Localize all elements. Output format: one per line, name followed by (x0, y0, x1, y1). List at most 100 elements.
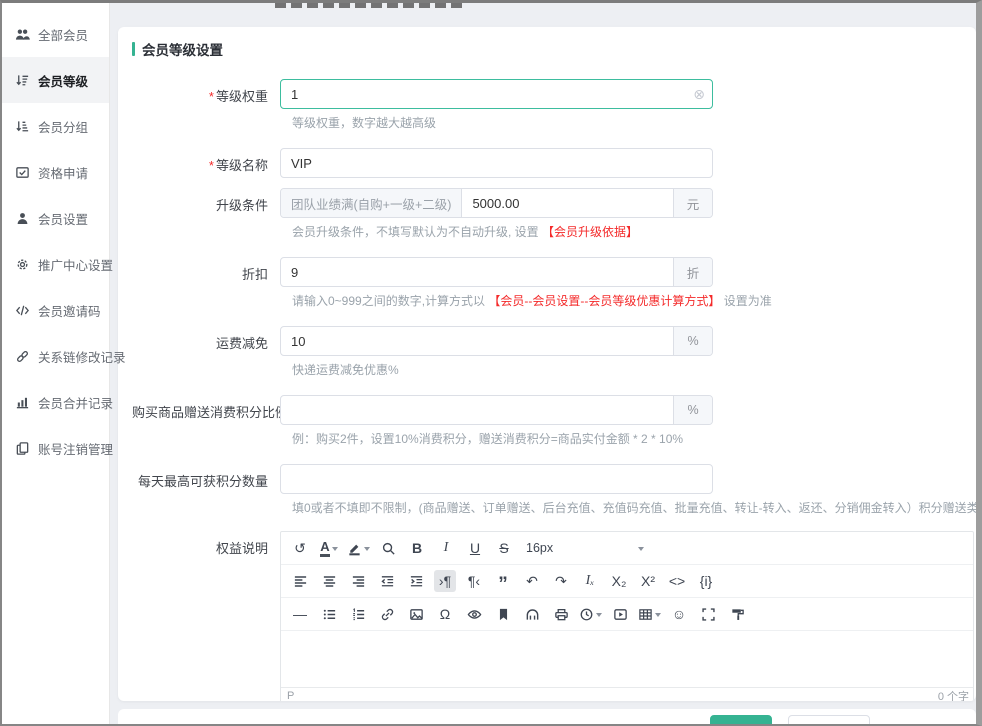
sidebar-item-member-settings[interactable]: 会员设置 (2, 195, 109, 241)
upgrade-basis-link[interactable]: 【会员升级依据】 (542, 225, 638, 239)
sidebar-item-invite-code[interactable]: 会员邀请码 (2, 287, 109, 333)
field-help: 等级权重，数字越大越高级 (292, 115, 976, 132)
indent-button[interactable] (405, 570, 427, 592)
underline-button[interactable]: U (464, 537, 486, 559)
unordered-list-button[interactable] (318, 603, 340, 625)
member-level-settings-card: 会员等级设置 *等级权重 ⊗ 等级权重，数字越大越高级 *等级名称 (118, 27, 976, 701)
users-icon (15, 27, 30, 42)
code-button[interactable]: <> (666, 570, 688, 592)
sidebar-item-all-members[interactable]: 全部会员 (2, 11, 109, 57)
page-title: 会员等级设置 (142, 39, 223, 59)
ordered-list-button[interactable] (347, 603, 369, 625)
sidebar-item-member-group[interactable]: 会员分组 (2, 103, 109, 149)
chevron-down-icon (655, 613, 661, 620)
editor-status-bar: P 0 个字 (281, 687, 973, 701)
insert-video-button[interactable] (609, 603, 631, 625)
paragraph-rtl-button[interactable]: ›¶ (434, 570, 456, 592)
back-to-list-button[interactable]: 返回列表 (788, 715, 870, 726)
page-break-button[interactable] (521, 603, 543, 625)
field-help: 填0或者不填即不限制，(商品赠送、订单赠送、后台充值、充值码充值、批量充值、转让… (292, 500, 976, 517)
clear-format-button[interactable]: Iₓ (579, 570, 601, 592)
template-button[interactable]: {i} (695, 570, 717, 592)
align-right-button[interactable] (347, 570, 369, 592)
subscript-button[interactable]: X₂ (608, 570, 630, 592)
preview-button[interactable] (463, 603, 485, 625)
highlight-button[interactable] (347, 537, 370, 559)
required-asterisk: * (209, 158, 214, 173)
field-group-shipping-discount: 运费减免 % 快递运费减免优惠% (132, 326, 976, 379)
shipping-discount-field: % (280, 326, 713, 356)
sidebar-item-merge-log[interactable]: 会员合并记录 (2, 379, 109, 425)
font-color-button[interactable]: A (318, 537, 340, 559)
unit-suffix: 元 (673, 189, 712, 217)
bookmark-button[interactable] (492, 603, 514, 625)
app-window: 全部会员 会员等级 会员分组 资格申请 会员设置 推广中心设置 会员邀请码 关系… (0, 0, 982, 726)
points-ratio-field: % (280, 395, 713, 425)
image-icon (409, 607, 424, 622)
bold-button[interactable]: B (406, 537, 428, 559)
code-icon (15, 303, 30, 318)
emoji-button[interactable]: ☺ (668, 603, 690, 625)
unit-suffix: % (673, 396, 712, 424)
insert-link-button[interactable] (376, 603, 398, 625)
level-name-field (280, 148, 713, 178)
clipped-scrolled-text (275, 3, 465, 8)
sidebar-item-label: 资格申请 (38, 163, 88, 182)
level-weight-field: ⊗ (280, 79, 713, 109)
insert-image-button[interactable] (405, 603, 427, 625)
upgrade-condition-input[interactable] (462, 189, 673, 217)
align-center-button[interactable] (318, 570, 340, 592)
section-accent-bar (132, 42, 135, 56)
paragraph-ltr-button[interactable]: ¶‹ (463, 570, 485, 592)
daily-points-limit-input[interactable] (281, 465, 712, 493)
outdent-button[interactable] (376, 570, 398, 592)
editor-content-area[interactable] (281, 631, 973, 687)
level-weight-input[interactable] (281, 80, 712, 108)
discount-calc-link[interactable]: 【会员--会员设置--会员等级优惠计算方式】 (488, 294, 720, 308)
special-char-button[interactable]: Ω (434, 603, 456, 625)
highlight-pen-icon (347, 541, 362, 556)
clock-icon (579, 607, 594, 622)
format-paint-button[interactable] (726, 603, 748, 625)
sidebar-item-qualification[interactable]: 资格申请 (2, 149, 109, 195)
align-left-button[interactable] (289, 570, 311, 592)
sidebar-item-label: 推广中心设置 (38, 255, 113, 274)
history-icon[interactable]: ↺ (289, 537, 311, 559)
clear-circle-icon[interactable]: ⊗ (693, 87, 705, 101)
chevron-down-icon (638, 547, 644, 554)
bookmark-icon (496, 607, 511, 622)
upgrade-condition-field: 团队业绩满(自购+一级+二级) 元 (280, 188, 713, 218)
field-label: 运费减免 (132, 326, 280, 352)
sidebar-item-member-level[interactable]: 会员等级 (2, 57, 109, 103)
submit-button[interactable]: 提交 (710, 715, 772, 726)
search-button[interactable] (377, 537, 399, 559)
italic-button[interactable]: I (435, 537, 457, 559)
required-asterisk: * (209, 89, 214, 104)
field-group-daily-points-limit: 每天最高可获积分数量 填0或者不填即不限制，(商品赠送、订单赠送、后台充值、充值… (132, 464, 976, 517)
fullscreen-button[interactable] (697, 603, 719, 625)
discount-input[interactable] (281, 258, 673, 286)
sidebar-item-relation-log[interactable]: 关系链修改记录 (2, 333, 109, 379)
unordered-list-icon (322, 607, 337, 622)
redo-button[interactable]: ↷ (550, 570, 572, 592)
level-name-input[interactable] (281, 149, 712, 177)
undo-button[interactable]: ↶ (521, 570, 543, 592)
page-break-icon (525, 607, 540, 622)
strikethrough-button[interactable]: S (493, 537, 515, 559)
points-ratio-input[interactable] (281, 396, 673, 424)
video-icon (613, 607, 628, 622)
sidebar-item-promotion-center[interactable]: 推广中心设置 (2, 241, 109, 287)
ordered-list-icon (351, 607, 366, 622)
blockquote-button[interactable]: ” (492, 566, 514, 596)
print-button[interactable] (550, 603, 572, 625)
insert-table-button[interactable] (638, 603, 661, 625)
horizontal-rule-button[interactable]: — (289, 603, 311, 625)
field-group-benefits: 权益说明 ↺ A B I U S 16px (132, 531, 976, 701)
superscript-button[interactable]: X² (637, 570, 659, 592)
field-label: 权益说明 (132, 531, 280, 557)
sidebar-item-account-cancel[interactable]: 账号注销管理 (2, 425, 109, 471)
editor-block-indicator: P (287, 690, 294, 701)
insert-time-button[interactable] (579, 603, 602, 625)
shipping-discount-input[interactable] (281, 327, 673, 355)
font-size-select[interactable]: 16px (522, 537, 648, 559)
